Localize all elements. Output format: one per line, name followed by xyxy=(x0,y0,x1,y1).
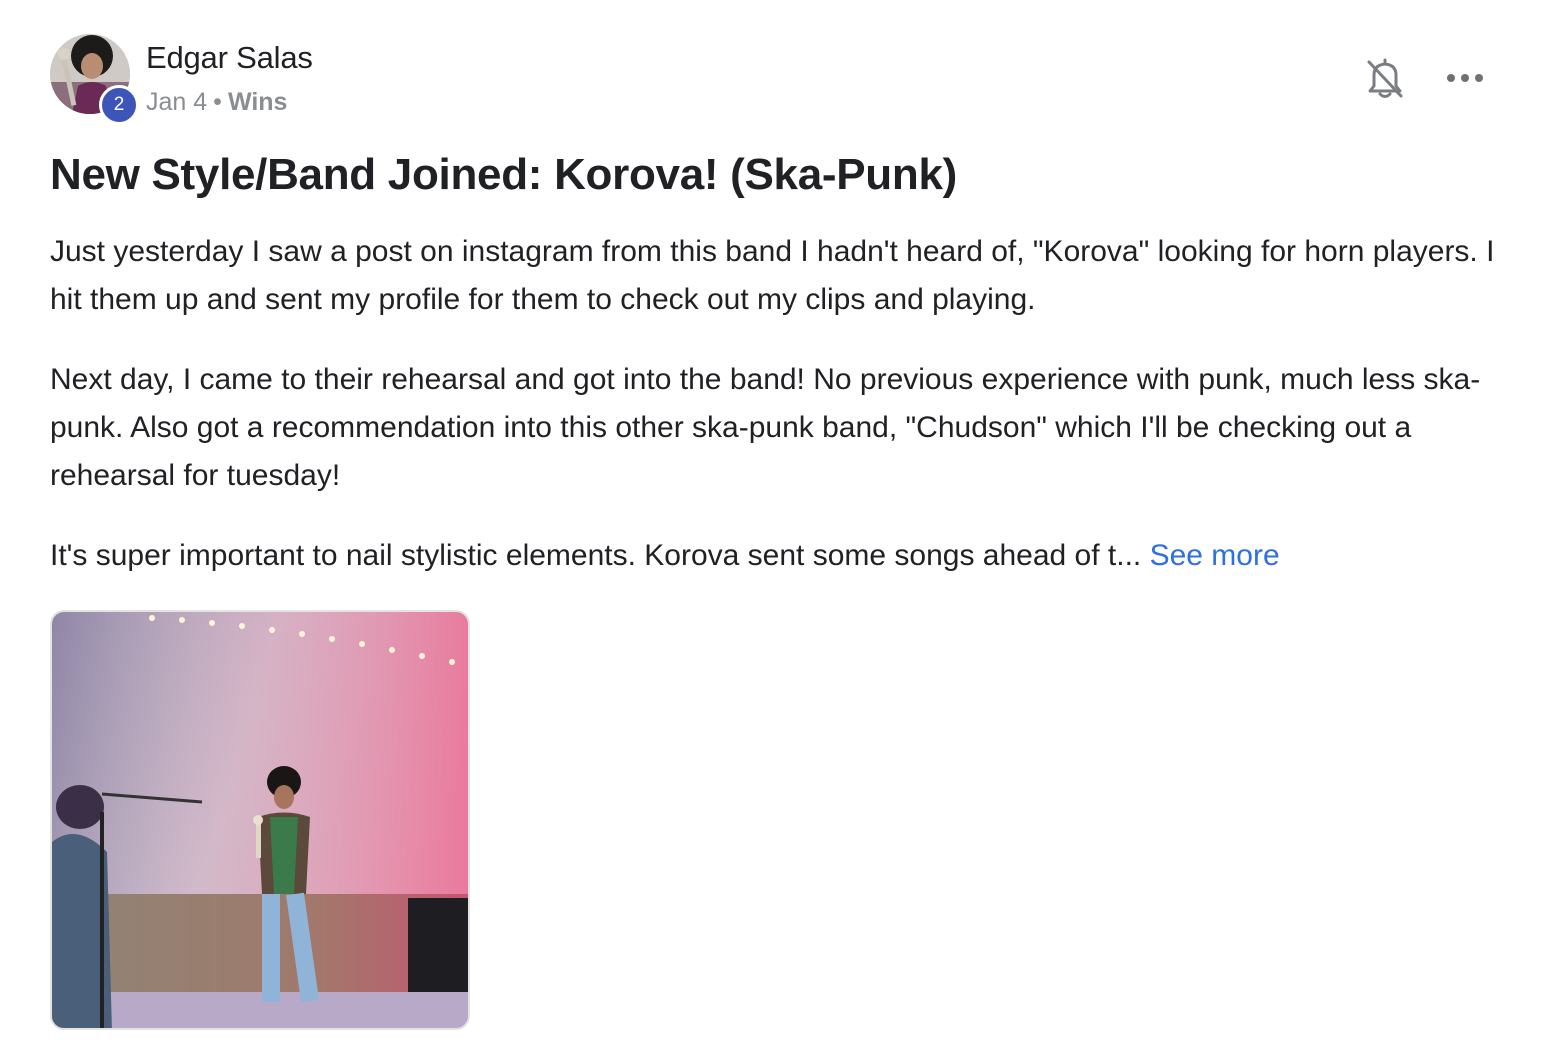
post-paragraph-truncated: It's super important to nail stylistic e… xyxy=(50,532,1510,580)
post-paragraph: Next day, I came to their rehearsal and … xyxy=(50,363,1481,492)
post-title[interactable]: New Style/Band Joined: Korova! (Ska-Punk… xyxy=(50,150,957,200)
post-date[interactable]: Jan 4 xyxy=(146,88,207,116)
more-horizontal-icon[interactable] xyxy=(1444,68,1486,88)
post-paragraph-text: It's super important to nail stylistic e… xyxy=(50,539,1142,572)
bell-off-icon[interactable] xyxy=(1364,56,1406,100)
level-badge: 2 xyxy=(99,85,139,125)
see-more-link[interactable]: See more xyxy=(1150,539,1280,572)
post-paragraph: Just yesterday I saw a post on instagram… xyxy=(50,235,1495,316)
meta-separator: • xyxy=(213,88,222,116)
author-name[interactable]: Edgar Salas xyxy=(146,40,313,76)
author-avatar[interactable]: 2 xyxy=(50,34,139,125)
post-meta: Jan 4 • Wins xyxy=(146,88,287,117)
post-image-attachment[interactable] xyxy=(50,610,470,1030)
post-body: Just yesterday I saw a post on instagram… xyxy=(50,228,1510,612)
post-card: 2 Edgar Salas Jan 4 • Wins New Style/Band … xyxy=(0,0,1552,1048)
post-category[interactable]: Wins xyxy=(228,88,288,116)
